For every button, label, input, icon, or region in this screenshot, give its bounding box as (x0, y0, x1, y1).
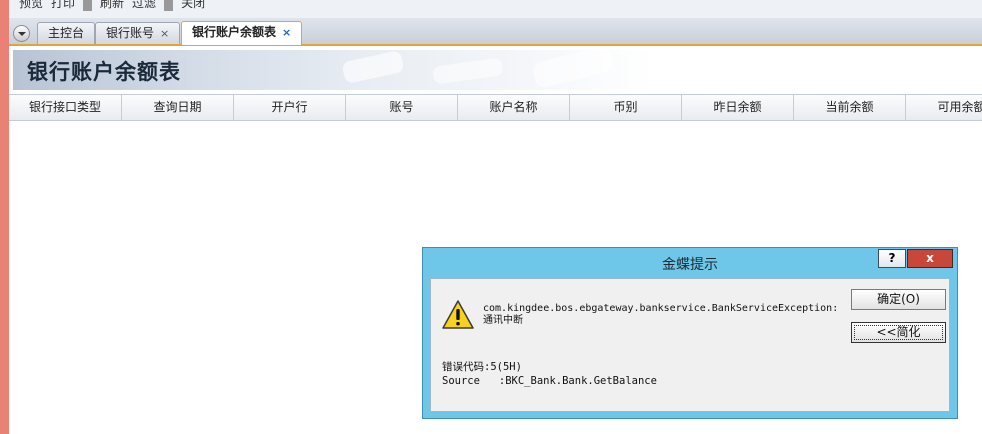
column-header-account-name[interactable]: 账户名称 (458, 95, 570, 120)
toolbar-separator (83, 0, 93, 11)
column-header-currency[interactable]: 币别 (570, 95, 682, 120)
tab-label: 银行账户余额表 (192, 25, 277, 39)
warning-icon (442, 300, 474, 329)
tab-bank-account-balance[interactable]: 银行账户余额表 × (181, 21, 303, 45)
toolbar-separator (164, 0, 174, 11)
ok-button[interactable]: 确定(O) (851, 289, 946, 310)
tab-bank-account[interactable]: 银行账号 × (95, 22, 181, 44)
dialog-title: 金蝶提示 (662, 257, 718, 273)
toolbar-items: 预览 打印 刷新 过滤 关闭 (15, 0, 209, 11)
error-code: 错误代码:5(5H) (442, 361, 522, 373)
error-source: Source :BKC_Bank.Bank.GetBalance (442, 375, 657, 387)
dialog-body: com.kingdee.bos.ebgateway.bankservice.Ba… (430, 278, 950, 412)
tab-label: 主控台 (48, 26, 85, 40)
tab-strip: 主控台 银行账号 × 银行账户余额表 × (9, 18, 982, 46)
toolbar-refresh-button[interactable]: 刷新 (96, 0, 128, 10)
left-edge-strip (0, 0, 9, 434)
tab-list-dropdown-icon[interactable] (13, 25, 30, 42)
title-banner: 银行账户余额表 (9, 44, 982, 94)
top-toolbar: 预览 打印 刷新 过滤 关闭 (9, 0, 982, 19)
error-message-line-1: com.kingdee.bos.ebgateway.bankservice.Ba… (483, 303, 839, 314)
tab-main-console[interactable]: 主控台 (37, 22, 96, 44)
error-message: com.kingdee.bos.ebgateway.bankservice.Ba… (483, 303, 843, 327)
column-header-query-date[interactable]: 查询日期 (122, 95, 234, 120)
table-header: 银行接口类型 查询日期 开户行 账号 账户名称 币别 昨日余额 当前余额 可用余… (9, 94, 982, 121)
toolbar-filter-button[interactable]: 过滤 (128, 0, 160, 10)
error-dialog: 金蝶提示 ? x com.kingdee.bos.ebgateway.banks… (422, 247, 958, 419)
help-button[interactable]: ? (878, 249, 906, 268)
tab-close-icon[interactable]: × (282, 26, 291, 39)
column-header-bank[interactable]: 开户行 (234, 95, 346, 120)
tab-close-icon[interactable]: × (160, 27, 169, 40)
column-header-available-balance[interactable]: 可用余额 (906, 95, 982, 120)
column-header-current-balance[interactable]: 当前余额 (794, 95, 906, 120)
dialog-titlebar[interactable]: 金蝶提示 ? x (423, 248, 957, 277)
column-header-interface-type[interactable]: 银行接口类型 (9, 95, 122, 120)
close-button[interactable]: x (907, 249, 953, 268)
error-message-line-2: 通讯中断 (483, 315, 523, 326)
page-title: 银行账户余额表 (27, 60, 181, 84)
toolbar-close-button[interactable]: 关闭 (177, 0, 209, 10)
column-header-account-number[interactable]: 账号 (346, 95, 458, 120)
simplify-button[interactable]: <<简化 (851, 322, 946, 343)
tab-label: 银行账号 (106, 26, 155, 40)
column-header-yesterday-balance[interactable]: 昨日余额 (682, 95, 794, 120)
toolbar-preview-button[interactable]: 预览 (15, 0, 47, 10)
toolbar-print-button[interactable]: 打印 (47, 0, 79, 10)
